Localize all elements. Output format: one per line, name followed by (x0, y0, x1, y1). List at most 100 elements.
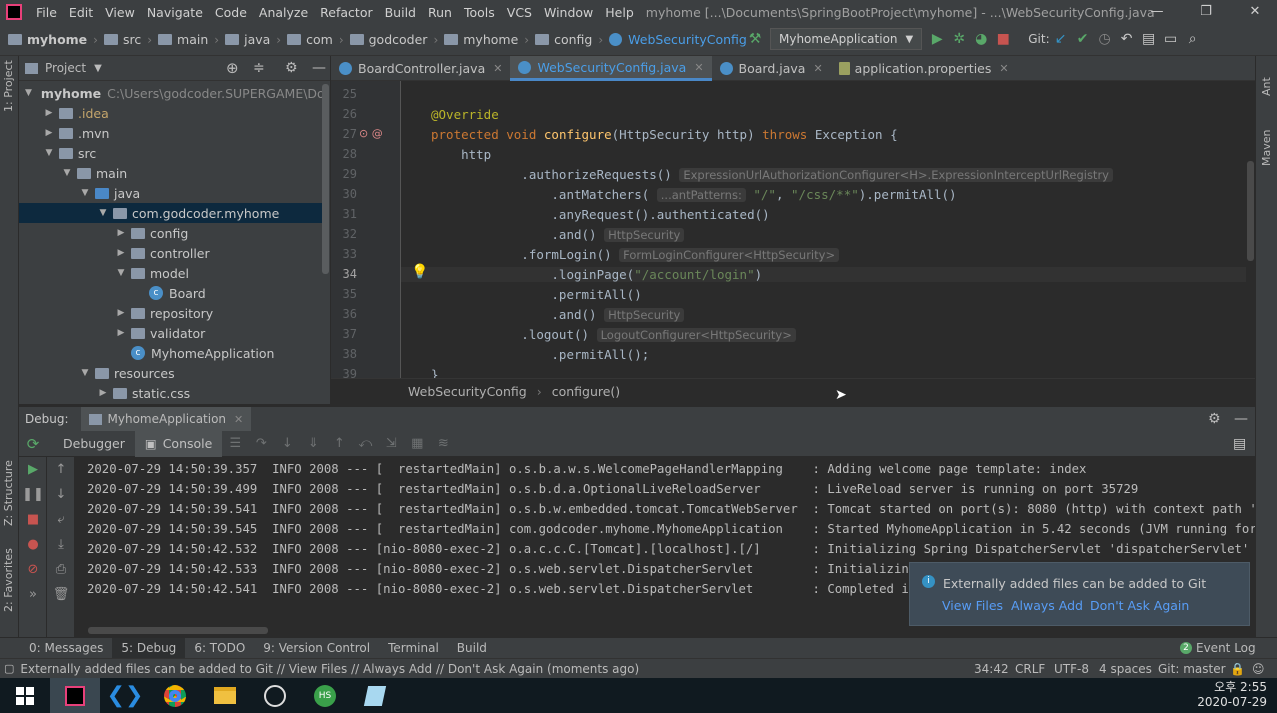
stop-icon[interactable]: ■ (992, 28, 1014, 50)
git-update-icon[interactable]: ↙ (1050, 28, 1072, 50)
clear-all-icon[interactable]: 🗑 (47, 582, 75, 607)
editor-tab[interactable]: application.properties ✕ (831, 56, 1017, 81)
hs-taskbar-icon[interactable]: HS (300, 678, 350, 713)
tab-console[interactable]: ▣ Console (134, 430, 223, 457)
editor-scrollbar[interactable] (1246, 81, 1255, 378)
line-separator[interactable]: CRLF (1015, 662, 1045, 676)
breadcrumb-item[interactable]: myhome (440, 32, 522, 47)
breadcrumb-item[interactable]: com (283, 32, 337, 47)
favorites-tool-button[interactable]: 2: Favorites (2, 548, 15, 612)
close-icon[interactable]: ✕ (1235, 0, 1275, 24)
view-files-link[interactable]: View Files (942, 598, 1003, 613)
tool-window-tab[interactable]: 9: Version Control (254, 638, 379, 659)
breadcrumb-item[interactable]: myhome (4, 32, 91, 47)
chevron-right-icon[interactable]: ▶ (115, 328, 127, 338)
menu-file[interactable]: File (30, 5, 63, 20)
status-toggle-icon[interactable]: ▢ (4, 662, 14, 675)
taskbar-clock[interactable]: 오후 2:55 2020-07-29 (1197, 680, 1267, 710)
scroll-up-icon[interactable]: ↑ (47, 457, 75, 482)
tree-item[interactable]: ▼ model (19, 263, 324, 283)
tree-item[interactable]: ▶ .idea (19, 103, 324, 123)
project-panel-title[interactable]: Project (45, 61, 86, 75)
drop-frame-icon[interactable]: ⤺ (352, 436, 378, 451)
tool-window-tab[interactable]: 0: Messages (20, 638, 112, 659)
coverage-icon[interactable]: ◕ (970, 28, 992, 50)
inspector-icon[interactable]: ☺ (1252, 662, 1265, 676)
menu-view[interactable]: View (99, 5, 141, 20)
debug-session-tab[interactable]: MyhomeApplication ✕ (80, 406, 252, 432)
print-icon[interactable]: ⎙ (47, 557, 75, 582)
tool-window-tab[interactable]: 5: Debug (112, 637, 186, 659)
vscode-taskbar-icon[interactable]: ❮❯ (100, 678, 150, 713)
list-icon[interactable]: ☰ (222, 436, 248, 451)
chevron-right-icon[interactable]: ▶ (115, 308, 127, 318)
search-icon[interactable]: ⌕ (1182, 28, 1204, 50)
git-commit-icon[interactable]: ✔ (1072, 28, 1094, 50)
obs-taskbar-icon[interactable] (250, 678, 300, 713)
breadcrumb-item[interactable]: main (154, 32, 212, 47)
maven-tool-button[interactable]: Maven (1260, 130, 1273, 166)
menu-refactor[interactable]: Refactor (314, 5, 378, 20)
lightbulb-icon[interactable]: 💡 (411, 264, 428, 280)
ant-tool-button[interactable]: Ant (1260, 77, 1273, 96)
rerun-icon[interactable]: ⟳ (19, 435, 47, 453)
step-out-icon[interactable]: ↑ (326, 436, 352, 451)
tree-item[interactable]: ▶ validator (19, 323, 324, 343)
tree-item[interactable]: ▶ .mvn (19, 123, 324, 143)
tool-window-tab[interactable]: Build (448, 638, 496, 659)
debug-bug-icon[interactable]: ✲ (948, 28, 970, 50)
breadcrumb-item[interactable]: java (221, 32, 274, 47)
menu-run[interactable]: Run (422, 5, 458, 20)
tree-item[interactable]: c Board (19, 283, 324, 303)
trace-icon[interactable]: ≋ (430, 436, 456, 451)
breadcrumb-item[interactable]: WebSecurityConfig (605, 32, 751, 47)
windows-start-icon[interactable] (0, 678, 50, 713)
run-icon[interactable]: ▶ (926, 28, 948, 50)
editor-tab[interactable]: Board.java ✕ (712, 56, 831, 81)
build-hammer-icon[interactable]: ⚒ (744, 28, 766, 50)
dont-ask-again-link[interactable]: Don't Ask Again (1090, 598, 1189, 613)
lock-icon[interactable]: 🔒 (1230, 662, 1245, 676)
layout-icon[interactable]: ▤ (1233, 436, 1246, 452)
close-tab-icon[interactable]: ✕ (694, 61, 703, 74)
menu-edit[interactable]: Edit (63, 5, 99, 20)
close-tab-icon[interactable]: ✕ (493, 62, 502, 75)
stop-icon[interactable]: ■ (19, 507, 47, 532)
tool-window-tab[interactable]: Terminal (379, 638, 448, 659)
status-message[interactable]: Externally added files can be added to G… (20, 662, 639, 676)
git-rollback-icon[interactable]: ↶ (1116, 28, 1138, 50)
tree-item[interactable]: ▶ controller (19, 243, 324, 263)
step-over-icon[interactable]: ↷ (248, 436, 274, 451)
project-structure-icon[interactable]: ▤ (1138, 28, 1160, 50)
tree-item[interactable]: ▼ com.godcoder.myhome (19, 203, 324, 223)
chevron-right-icon[interactable]: ▶ (43, 128, 55, 138)
force-step-into-icon[interactable]: ⇓ (300, 436, 326, 451)
presentation-icon[interactable]: ▭ (1160, 28, 1182, 50)
tree-item[interactable]: ▼ java (19, 183, 324, 203)
menu-tools[interactable]: Tools (458, 5, 501, 20)
chevron-right-icon[interactable]: ▶ (97, 388, 109, 398)
tree-item[interactable]: ▶ static.css (19, 383, 324, 403)
breadcrumb-class[interactable]: WebSecurityConfig (408, 384, 527, 399)
menu-help[interactable]: Help (599, 5, 640, 20)
view-breakpoints-icon[interactable]: ● (19, 532, 47, 557)
tree-item[interactable]: ▶ repository (19, 303, 324, 323)
tree-item[interactable]: ▶ config (19, 223, 324, 243)
chrome-taskbar-icon[interactable] (150, 678, 200, 713)
collapse-all-icon[interactable]: ≑ (253, 60, 265, 76)
soft-wrap-icon[interactable]: ⤶ (47, 507, 75, 532)
menu-vcs[interactable]: VCS (501, 5, 538, 20)
menu-navigate[interactable]: Navigate (141, 5, 209, 20)
chevron-down-icon[interactable]: ▼ (25, 88, 32, 98)
chevron-right-icon[interactable]: ▶ (115, 228, 127, 238)
tree-item[interactable]: ▼ resources (19, 363, 324, 383)
gear-icon[interactable]: ⚙ (285, 60, 298, 76)
breadcrumb-item[interactable]: src (100, 32, 145, 47)
tree-item[interactable]: c MyhomeApplication (19, 343, 324, 363)
editor-tab[interactable]: WebSecurityConfig.java ✕ (510, 56, 712, 81)
chevron-right-icon[interactable]: ▶ (115, 248, 127, 258)
close-tab-icon[interactable]: ✕ (234, 413, 243, 426)
resume-icon[interactable]: ▶ (19, 457, 47, 482)
caret-position[interactable]: 34:42 (974, 662, 1009, 676)
scroll-to-end-icon[interactable]: ⤓ (47, 532, 75, 557)
